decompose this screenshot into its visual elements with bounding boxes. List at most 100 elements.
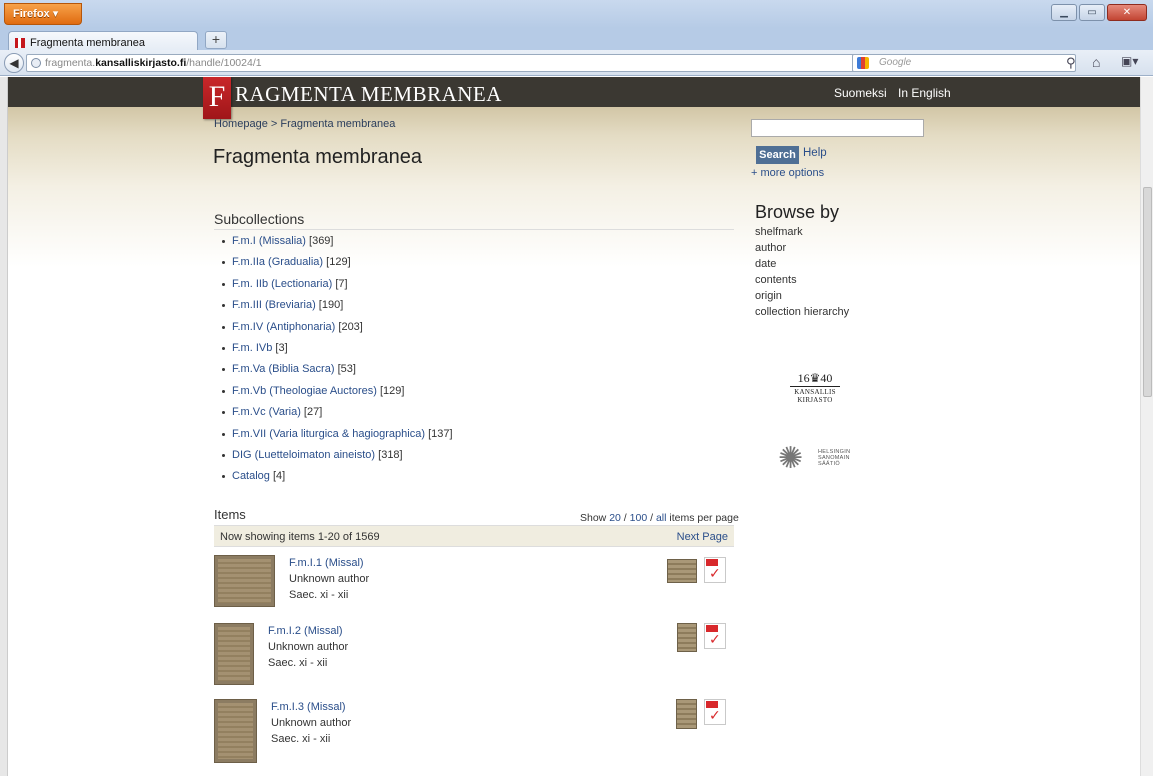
- subcollection-link[interactable]: F.m.IV (Antiphonaria): [232, 321, 335, 333]
- item-date: Saec. xi - xii: [271, 733, 331, 745]
- results-summary-bar: Now showing items 1-20 of 1569 Next Page: [214, 525, 734, 547]
- logo-initial: F: [203, 77, 231, 119]
- browse-contents-link[interactable]: contents: [755, 274, 849, 290]
- next-page-link[interactable]: Next Page: [677, 531, 728, 543]
- search-button[interactable]: Search: [756, 146, 799, 164]
- subcollection-link[interactable]: F.m.I (Missalia): [232, 235, 306, 247]
- subcollections-heading: Subcollections: [214, 211, 734, 230]
- browse-date-link[interactable]: date: [755, 258, 849, 274]
- scrollbar-thumb[interactable]: [1143, 187, 1152, 397]
- home-icon[interactable]: ⌂: [1092, 54, 1100, 70]
- browse-heading: Browse by: [755, 202, 840, 222]
- close-icon[interactable]: ✕: [1107, 4, 1147, 21]
- subcollection-count: [129]: [379, 384, 405, 397]
- browse-author-link[interactable]: author: [755, 242, 849, 258]
- subcollection-count: [3]: [275, 341, 288, 354]
- list-item: F.m. IVb [3]: [222, 342, 453, 363]
- manuscript-thumbnail[interactable]: [214, 699, 257, 763]
- subcollection-count: [190]: [318, 299, 344, 312]
- tab-title: Fragmenta membranea: [30, 37, 145, 49]
- url-host: kansalliskirjasto.fi: [95, 57, 187, 69]
- pdf-icon[interactable]: ✓: [704, 623, 726, 649]
- manuscript-thumbnail[interactable]: [214, 555, 275, 607]
- item-row: F.m.I.1 (Missal) Unknown author Saec. xi…: [214, 555, 734, 611]
- image-preview-icon[interactable]: [677, 623, 697, 652]
- per-page-20-link[interactable]: 20: [609, 512, 621, 524]
- per-page-100-link[interactable]: 100: [630, 512, 648, 524]
- item-date: Saec. xi - xii: [268, 657, 328, 669]
- google-icon: [857, 57, 869, 69]
- bookmarks-menu-icon[interactable]: ▣▾: [1121, 54, 1138, 68]
- item-row: F.m.I.2 (Missal) Unknown author Saec. xi…: [214, 623, 734, 685]
- list-item: F.m.Va (Biblia Sacra) [53]: [222, 363, 453, 384]
- subcollection-link[interactable]: Catalog: [232, 470, 270, 482]
- helsingin-sanomain-saatio-logo[interactable]: ✺ HELSINGIN SANOMAIN SÄÄTIÖ: [778, 442, 870, 478]
- magnifier-icon[interactable]: ⚲: [1066, 55, 1076, 71]
- pdf-icon[interactable]: ✓: [704, 699, 726, 725]
- back-arrow-icon[interactable]: ◀: [4, 53, 24, 73]
- lang-english-link[interactable]: In English: [898, 86, 951, 100]
- hs-logo-text: HELSINGIN SANOMAIN SÄÄTIÖ: [818, 449, 851, 467]
- per-page-selector: Show 20 / 100 / all items per page: [580, 512, 739, 524]
- kk-logo-name: KANSALLIS KIRJASTO: [794, 388, 836, 404]
- list-item: F.m.Vb (Theologiae Auctores) [129]: [222, 385, 453, 406]
- image-preview-icon[interactable]: [667, 559, 697, 583]
- search-engine-label: Google: [879, 57, 912, 68]
- browse-list: shelfmark author date contents origin co…: [755, 226, 849, 322]
- per-page-all-link[interactable]: all: [656, 512, 667, 524]
- url-prefix: fragmenta.: [45, 57, 96, 69]
- lang-finnish-link[interactable]: Suomeksi: [834, 86, 887, 100]
- left-border: [0, 77, 8, 776]
- item-title-link[interactable]: F.m.I.2 (Missal): [268, 625, 343, 637]
- globe-icon: [31, 58, 41, 68]
- subcollection-link[interactable]: F.m.III (Breviaria): [232, 299, 316, 311]
- list-item: F.m.I (Missalia) [369]: [222, 235, 453, 256]
- browse-hierarchy-link[interactable]: collection hierarchy: [755, 306, 849, 322]
- site-search-input[interactable]: [751, 119, 924, 137]
- browse-origin-link[interactable]: origin: [755, 290, 849, 306]
- kk-logo-year: 16♛40: [790, 371, 840, 387]
- bookmark-favicon-icon: [15, 38, 25, 48]
- results-count: Now showing items 1-20 of 1569: [220, 531, 380, 543]
- browser-search-input[interactable]: Google: [852, 54, 1076, 72]
- subcollection-count: [27]: [303, 406, 323, 419]
- list-item: DIG (Luetteloimaton aineisto) [318]: [222, 449, 453, 470]
- subcollection-count: [369]: [309, 235, 334, 247]
- subcollection-link[interactable]: F.m.IIa (Gradualia): [232, 256, 323, 268]
- browser-tab[interactable]: Fragmenta membranea: [8, 31, 198, 51]
- maximize-icon[interactable]: ▭: [1079, 4, 1105, 21]
- items-heading: Items: [214, 507, 246, 522]
- help-link[interactable]: Help: [803, 147, 827, 159]
- item-title-link[interactable]: F.m.I.3 (Missal): [271, 701, 346, 713]
- subcollection-link[interactable]: DIG (Luetteloimaton aineisto): [232, 449, 375, 461]
- subcollection-link[interactable]: F.m.Vb (Theologiae Auctores): [232, 385, 377, 397]
- address-bar[interactable]: fragmenta.kansalliskirjasto.fi/handle/10…: [26, 54, 918, 72]
- image-preview-icon[interactable]: [676, 699, 697, 729]
- flower-icon: ✺: [778, 442, 804, 475]
- browse-shelfmark-link[interactable]: shelfmark: [755, 226, 849, 242]
- kansalliskirjasto-logo[interactable]: 16♛40 KANSALLIS KIRJASTO: [790, 371, 840, 404]
- vertical-scrollbar[interactable]: [1140, 77, 1153, 776]
- more-options-link[interactable]: + more options: [751, 167, 824, 179]
- list-item: F.m.Vc (Varia) [27]: [222, 406, 453, 427]
- subcollection-link[interactable]: F.m.Vc (Varia): [232, 406, 301, 418]
- item-author: Unknown author: [289, 573, 370, 585]
- url-path: /handle/10024/1: [186, 57, 262, 69]
- breadcrumb-current[interactable]: Fragmenta membranea: [280, 118, 395, 130]
- subcollection-link[interactable]: F.m.VII (Varia liturgica & hagiographica…: [232, 428, 425, 440]
- item-title-link[interactable]: F.m.I.1 (Missal): [289, 557, 364, 569]
- new-tab-button[interactable]: +: [205, 31, 227, 49]
- list-item: Catalog [4]: [222, 470, 453, 491]
- pdf-icon[interactable]: ✓: [704, 557, 726, 583]
- navigation-bar: ◀ fragmenta.kansalliskirjasto.fi/handle/…: [0, 50, 1153, 76]
- manuscript-thumbnail[interactable]: [214, 623, 254, 685]
- subcollection-link[interactable]: F.m.Va (Biblia Sacra): [232, 363, 335, 375]
- subcollection-link[interactable]: F.m. IVb: [232, 342, 272, 354]
- minimize-icon[interactable]: ▁: [1051, 4, 1077, 21]
- item-author: Unknown author: [271, 717, 352, 729]
- subcollection-link[interactable]: F.m. IIb (Lectionaria): [232, 278, 332, 290]
- breadcrumb-home[interactable]: Homepage: [214, 118, 268, 130]
- crest-icon: ♛: [809, 371, 821, 385]
- parchment-background: [8, 107, 1140, 267]
- firefox-menu-button[interactable]: Firefox ▾: [4, 3, 82, 25]
